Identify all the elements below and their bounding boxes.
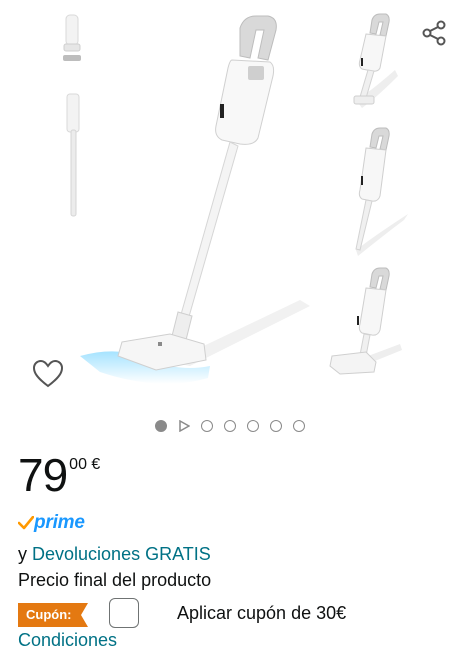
prime-label: prime xyxy=(34,512,85,533)
product-image-gallery[interactable] xyxy=(0,0,475,400)
product-thumbnail-2[interactable] xyxy=(355,127,408,256)
product-thumbnail-1[interactable] xyxy=(353,13,398,108)
play-icon[interactable] xyxy=(178,420,190,432)
carousel-dot-4[interactable] xyxy=(224,420,236,432)
share-icon xyxy=(422,20,446,46)
coupon-badge: Cupón: xyxy=(18,603,88,627)
free-returns-link[interactable]: Devoluciones GRATIS xyxy=(32,544,211,564)
apply-coupon-checkbox[interactable] xyxy=(109,598,139,628)
carousel-dot-5[interactable] xyxy=(247,420,259,432)
accessory-thumbnail-nozzle[interactable] xyxy=(63,14,81,61)
product-thumbnail-3[interactable] xyxy=(329,267,402,375)
heart-outline-icon xyxy=(32,359,64,388)
product-image-area xyxy=(63,13,408,384)
carousel-dot-3[interactable] xyxy=(201,420,213,432)
share-button[interactable] xyxy=(418,16,452,50)
image-carousel-indicators xyxy=(155,418,305,434)
returns-prefix: y xyxy=(18,544,27,564)
accessory-thumbnail-crevice[interactable] xyxy=(66,93,80,217)
final-price-note: Precio final del producto xyxy=(18,570,212,590)
checkmark-icon xyxy=(18,516,34,530)
price-integer: 79 xyxy=(18,449,68,501)
price-fraction: 00 € xyxy=(69,456,101,473)
carousel-dot-7[interactable] xyxy=(293,420,305,432)
carousel-dot-6[interactable] xyxy=(270,420,282,432)
coupon-conditions-link[interactable]: Condiciones xyxy=(18,630,117,651)
main-product-image[interactable] xyxy=(80,15,310,384)
add-to-wishlist-button[interactable] xyxy=(28,354,68,394)
apply-coupon-label[interactable]: Aplicar cupón de 30€ xyxy=(177,603,346,624)
product-price: 79 00 € xyxy=(18,452,100,498)
prime-badge: prime xyxy=(18,512,85,534)
carousel-dot-1[interactable] xyxy=(155,420,167,432)
free-returns-line: y Devoluciones GRATIS xyxy=(18,544,211,565)
